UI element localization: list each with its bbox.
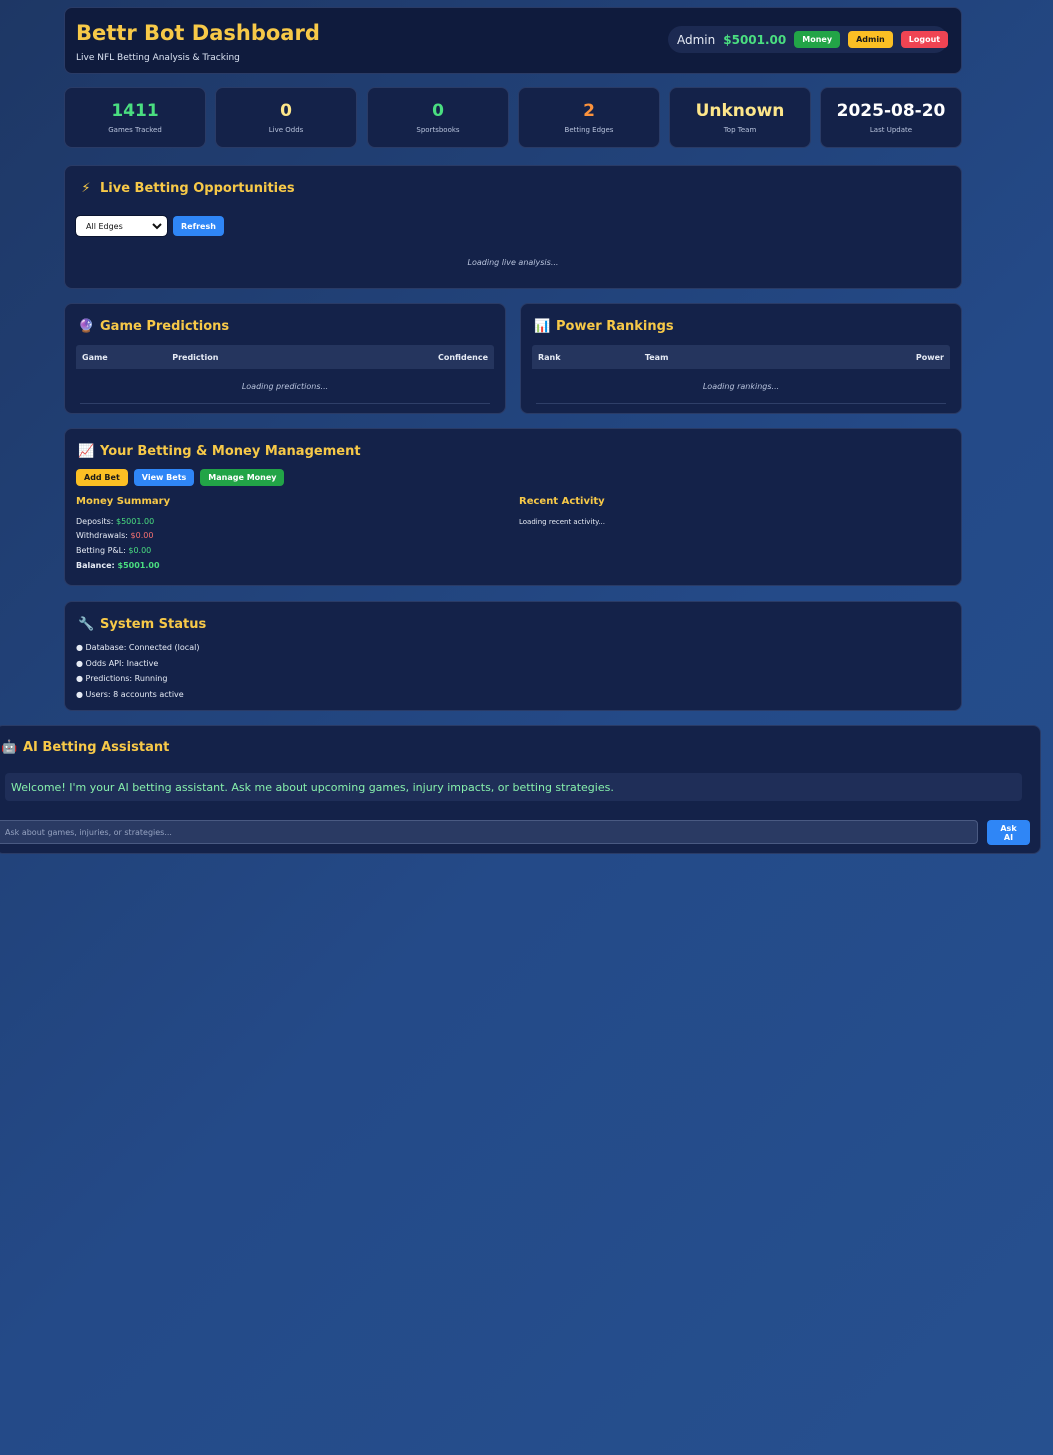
column-header: Power — [915, 352, 944, 362]
stat-value: 2025-08-20 — [836, 101, 946, 121]
system-title: System Status — [100, 617, 207, 632]
stat-value: 0 — [280, 101, 292, 121]
column-header: Prediction — [172, 352, 219, 362]
money-actions: Add Bet View Bets Manage Money — [76, 469, 285, 486]
header: Bettr Bot Dashboard Live NFL Betting Ana… — [64, 7, 962, 74]
stat-value: 2 — [583, 101, 595, 121]
system-status-panel: 🔧 System Status ● Database: Connected (l… — [64, 601, 962, 711]
status-line: ● Odds API: Inactive — [76, 659, 159, 668]
pl-value: $0.00 — [128, 546, 152, 555]
section-title: 📈 Your Betting & Money Management — [78, 444, 361, 459]
ai-title: AI Betting Assistant — [23, 740, 170, 755]
power-rankings-panel: 📊 Power Rankings Rank Team Power Loading… — [520, 303, 962, 414]
stat-sportsbooks: 0 Sportsbooks — [367, 87, 509, 148]
predictions-title: Game Predictions — [100, 319, 230, 334]
stat-label: Betting Edges — [564, 126, 614, 134]
wrench-icon: 🔧 — [78, 617, 95, 632]
live-loading: Loading live analysis... — [467, 258, 559, 267]
status-line: ● Predictions: Running — [76, 674, 168, 683]
refresh-button[interactable]: Refresh — [173, 216, 224, 236]
user-name: Admin — [677, 32, 716, 47]
status-line: ● Database: Connected (local) — [76, 643, 200, 652]
stat-value: 0 — [432, 101, 444, 121]
table-row: Loading rankings... — [536, 369, 946, 404]
stat-value: Unknown — [695, 101, 785, 121]
manage-money-button[interactable]: Manage Money — [200, 469, 285, 486]
balance-line: Balance: $5001.00 — [76, 561, 160, 570]
money-button[interactable]: Money — [794, 31, 841, 48]
status-line: ● Users: 8 accounts active — [76, 690, 184, 699]
edge-filter-select[interactable]: All Edges — [75, 215, 168, 237]
recent-activity-loading: Loading recent activity... — [519, 518, 605, 526]
live-title: Live Betting Opportunities — [100, 181, 295, 196]
balance-value: $5001.00 — [117, 561, 160, 570]
app-subtitle: Live NFL Betting Analysis & Tracking — [76, 53, 240, 63]
predictions-loading: Loading predictions... — [241, 381, 329, 391]
stat-last-update: 2025-08-20 Last Update — [820, 87, 962, 148]
withdrawals-value: $0.00 — [130, 531, 154, 540]
rankings-loading: Loading rankings... — [702, 381, 780, 391]
money-summary-title: Money Summary — [76, 496, 171, 507]
section-title: ⚡ Live Betting Opportunities — [78, 181, 295, 196]
ai-assistant-panel: 🤖 AI Betting Assistant Welcome! I'm your… — [0, 725, 1041, 854]
stat-label: Sportsbooks — [416, 126, 460, 134]
rankings-title: Power Rankings — [556, 319, 674, 334]
section-title: 🔧 System Status — [78, 617, 206, 632]
logout-button[interactable]: Logout — [900, 31, 949, 48]
trend-chart-icon: 📈 — [78, 444, 95, 459]
stat-label: Games Tracked — [108, 126, 162, 134]
stat-live-odds: 0 Live Odds — [215, 87, 357, 148]
stat-top-team: Unknown Top Team — [669, 87, 811, 148]
withdrawals-label: Withdrawals: — [76, 531, 128, 540]
withdrawals-line: Withdrawals: $0.00 — [76, 531, 153, 540]
user-balance: $5001.00 — [723, 32, 787, 47]
column-header: Rank — [538, 352, 561, 362]
live-opportunities-panel: ⚡ Live Betting Opportunities All Edges R… — [64, 165, 962, 289]
deposits-label: Deposits: — [76, 517, 114, 526]
stat-games-tracked: 1411 Games Tracked — [64, 87, 206, 148]
stat-label: Top Team — [723, 126, 757, 134]
pl-line: Betting P&L: $0.00 — [76, 546, 151, 555]
section-title: 🔮 Game Predictions — [78, 319, 229, 334]
stat-betting-edges: 2 Betting Edges — [518, 87, 660, 148]
stat-label: Last Update — [869, 126, 913, 134]
table-header: Rank Team Power — [532, 345, 950, 369]
admin-button[interactable]: Admin — [848, 31, 893, 48]
game-predictions-panel: 🔮 Game Predictions Game Prediction Confi… — [64, 303, 506, 414]
robot-icon: 🤖 — [1, 740, 18, 755]
ask-ai-button[interactable]: Ask AI — [987, 820, 1030, 845]
recent-activity-title: Recent Activity — [519, 496, 605, 507]
table-row: Loading predictions... — [80, 369, 490, 404]
deposits-value: $5001.00 — [116, 517, 155, 526]
ai-question-input[interactable] — [0, 820, 978, 844]
ai-welcome-message: Welcome! I'm your AI betting assistant. … — [5, 773, 1022, 801]
money-title: Your Betting & Money Management — [100, 444, 361, 459]
column-header: Team — [644, 352, 669, 362]
column-header: Confidence — [437, 352, 488, 362]
pl-label: Betting P&L: — [76, 546, 126, 555]
lightning-icon: ⚡ — [81, 181, 91, 196]
app-title: Bettr Bot Dashboard — [76, 21, 320, 45]
stat-value: 1411 — [111, 101, 159, 121]
crystal-ball-icon: 🔮 — [78, 319, 95, 334]
predictions-table: Game Prediction Confidence Loading predi… — [76, 345, 494, 404]
balance-label: Balance: — [76, 561, 115, 570]
add-bet-button[interactable]: Add Bet — [76, 469, 128, 486]
stat-label: Live Odds — [268, 126, 304, 134]
table-header: Game Prediction Confidence — [76, 345, 494, 369]
rankings-table: Rank Team Power Loading rankings... — [532, 345, 950, 404]
section-title: 📊 Power Rankings — [534, 319, 674, 334]
deposits-line: Deposits: $5001.00 — [76, 517, 154, 526]
view-bets-button[interactable]: View Bets — [133, 469, 195, 486]
bar-chart-icon: 📊 — [534, 319, 551, 334]
money-management-panel: 📈 Your Betting & Money Management Add Be… — [64, 428, 962, 586]
column-header: Game — [82, 352, 108, 362]
section-title: 🤖 AI Betting Assistant — [1, 740, 169, 755]
user-panel: Admin $5001.00 Money Admin Logout — [668, 26, 949, 53]
